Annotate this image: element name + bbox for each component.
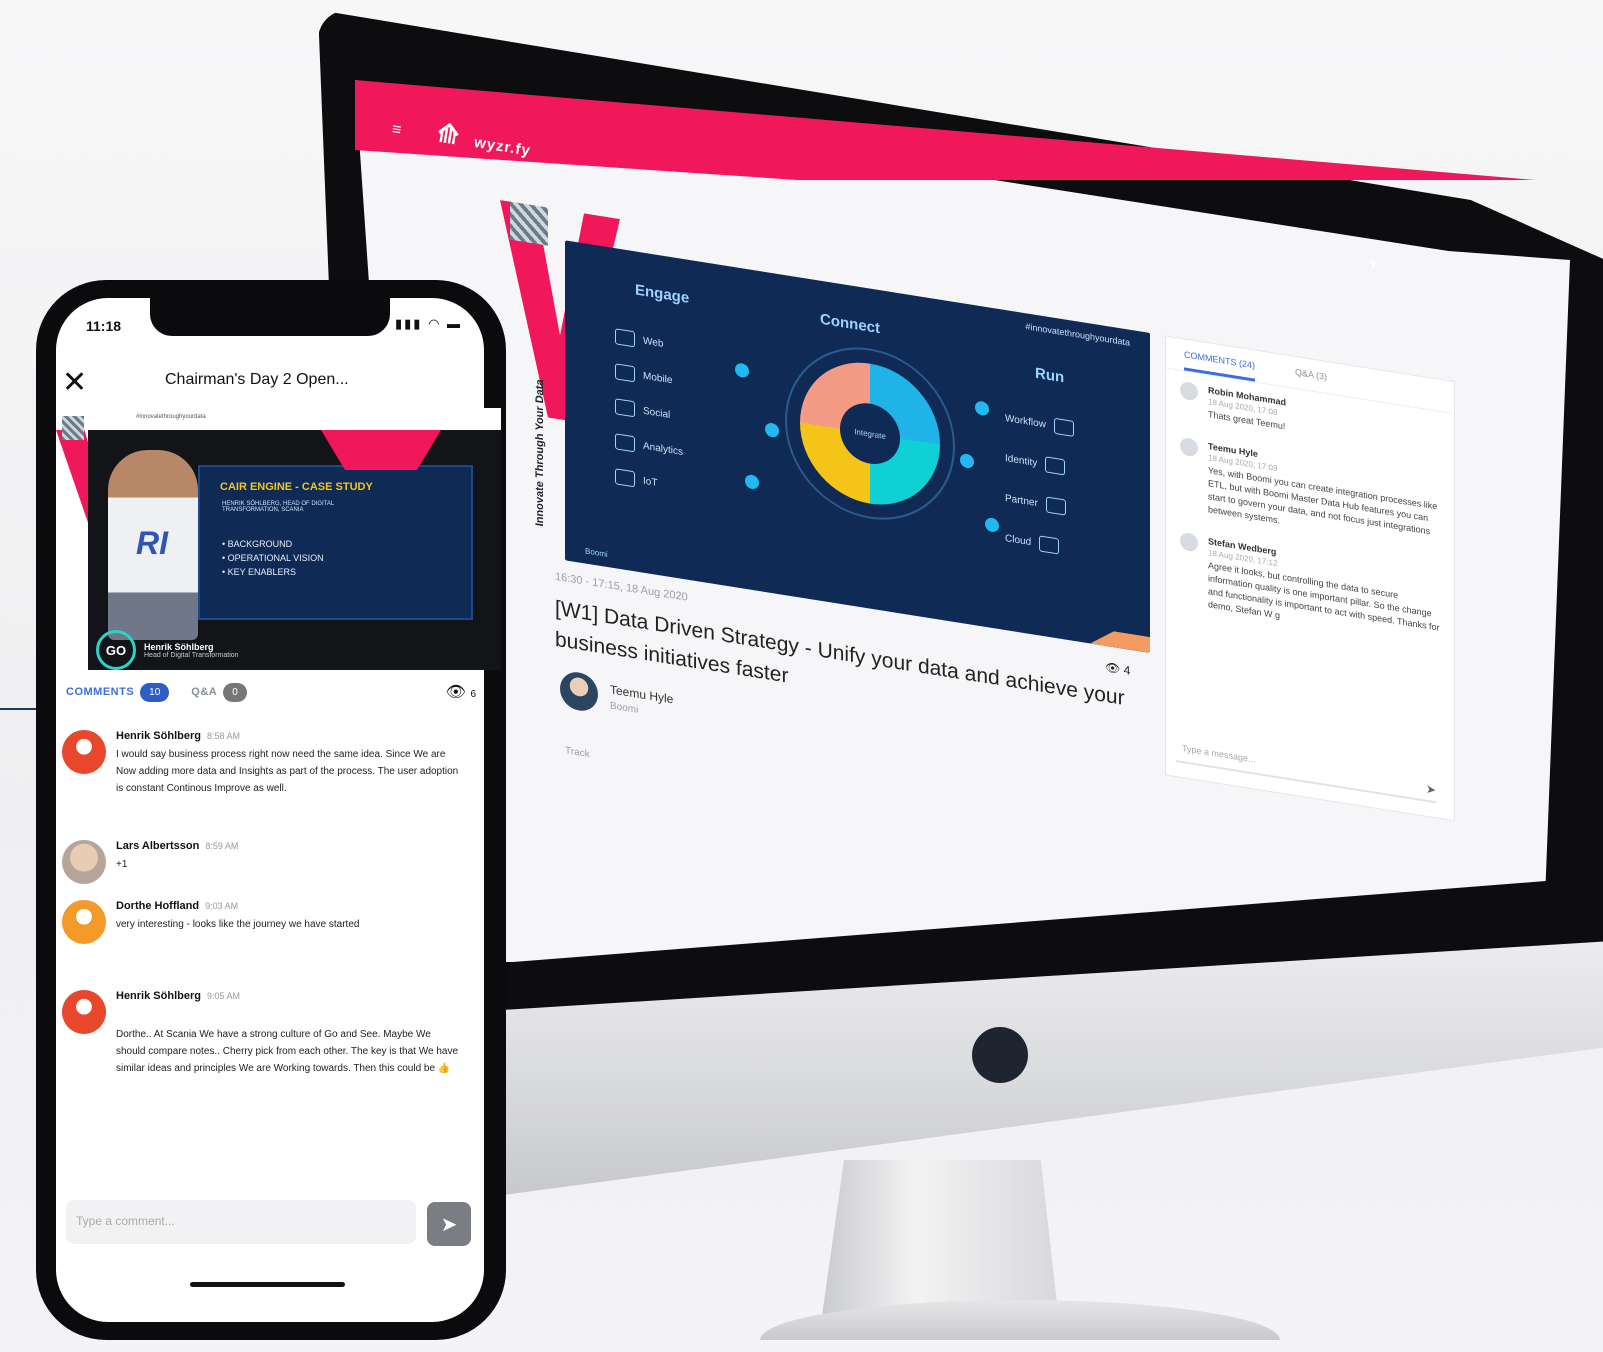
send-icon[interactable]: ➤ bbox=[427, 1202, 471, 1246]
slide-footer-brand: Boomi bbox=[585, 546, 608, 560]
identity-icon bbox=[1045, 456, 1066, 476]
list-item: Henrik Söhlberg 9:05 AM Dorthe.. At Scani… bbox=[62, 990, 462, 1077]
comment-time: 8:58 AM bbox=[206, 731, 240, 741]
comment-time: 9:05 AM bbox=[206, 991, 240, 1001]
view-count: 👁 4 bbox=[1105, 660, 1130, 678]
comment-author: Lars Albertsson bbox=[116, 840, 200, 852]
cloud-icon bbox=[1039, 535, 1060, 555]
phone-notch bbox=[150, 298, 390, 336]
view-count-value: 6 bbox=[470, 689, 476, 700]
send-icon[interactable]: ➤ bbox=[1426, 782, 1436, 798]
slide-node bbox=[735, 362, 749, 379]
slide-engage-label: Engage bbox=[635, 281, 690, 307]
avatar bbox=[560, 669, 598, 714]
video-player[interactable]: RI CAIR ENGINE - CASE STUDY HENRIK SÖHLB… bbox=[88, 430, 501, 670]
social-icon bbox=[615, 398, 635, 418]
slide-node bbox=[745, 473, 759, 491]
eye-icon: 👁 bbox=[445, 684, 466, 701]
comment-author: Henrik Söhlberg bbox=[116, 990, 201, 1002]
view-count-value: 4 bbox=[1123, 662, 1131, 678]
analytics-icon bbox=[615, 433, 635, 453]
message-input[interactable]: Type a message... bbox=[1176, 734, 1436, 804]
tab-qa[interactable]: Q&A 0 bbox=[191, 682, 247, 702]
slide-node bbox=[960, 452, 974, 470]
comment-text: +1 bbox=[116, 859, 128, 870]
menu-icon[interactable]: ≡ bbox=[391, 121, 403, 139]
slide-corner-decor bbox=[1090, 627, 1150, 653]
status-icons: ▮▮▮ ◠ ▬ bbox=[395, 316, 463, 331]
comment-input[interactable]: Type a comment... bbox=[66, 1200, 416, 1244]
slide-node bbox=[975, 400, 989, 417]
desktop-comments-panel: COMMENTS (24) Q&A (3) Robin Mohammad 18 … bbox=[1165, 335, 1455, 822]
mobile-icon bbox=[615, 363, 635, 383]
comment-text: I would say business process right now n… bbox=[116, 749, 459, 794]
avatar bbox=[62, 730, 106, 774]
speaker-role: Head of Digital Transformation bbox=[144, 651, 239, 659]
monitor-logo bbox=[972, 1027, 1028, 1083]
comment-author: Dorthe Hoffland bbox=[116, 900, 200, 912]
list-item: Lars Albertsson 8:59 AM +1 bbox=[62, 840, 462, 884]
slide-item-cloud: Cloud bbox=[1005, 530, 1060, 555]
avatar bbox=[1180, 531, 1198, 553]
logo-icon: ⟰ bbox=[435, 117, 462, 151]
iot-icon bbox=[615, 468, 635, 488]
page-title: Chairman's Day 2 Open... bbox=[165, 371, 349, 388]
speaker-nameplate: GO Henrik Söhlberg Head of Digital Trans… bbox=[96, 630, 239, 670]
slide-item-mobile: Mobile bbox=[615, 363, 672, 388]
avatar bbox=[62, 840, 106, 884]
shirt-text: RI bbox=[136, 525, 168, 561]
slide-node bbox=[765, 421, 779, 439]
comment-author: Henrik Söhlberg bbox=[116, 730, 201, 742]
phone-video-stage: #innovatethroughyourdata RI CAIR ENGINE … bbox=[56, 408, 501, 670]
tab-comments[interactable]: COMMENTS 10 bbox=[66, 682, 170, 702]
slide-bullets: • BACKGROUND • OPERATIONAL VISION • KEY … bbox=[222, 537, 324, 579]
close-icon[interactable]: ✕ bbox=[62, 368, 87, 398]
slide-hashtag: #innovatethroughyourdata bbox=[1025, 321, 1130, 348]
avatar bbox=[62, 990, 106, 1034]
partner-icon bbox=[1045, 496, 1066, 516]
view-count: 👁 6 bbox=[446, 682, 476, 702]
home-indicator bbox=[190, 1282, 345, 1287]
comment-text: Dorthe.. At Scania We have a strong cult… bbox=[116, 1029, 459, 1074]
presentation-slide: CAIR ENGINE - CASE STUDY HENRIK SÖHLBERG… bbox=[198, 465, 473, 620]
slide-item-iot: IoT bbox=[615, 468, 657, 491]
list-item: • OPERATIONAL VISION bbox=[222, 553, 324, 563]
list-item: Henrik Söhlberg 8:58 AM I would say busin… bbox=[62, 730, 462, 797]
nameplate-logo: GO bbox=[96, 630, 136, 670]
event-title-vertical: Innovate Through Your Data bbox=[534, 378, 546, 528]
speaker-card[interactable]: Teemu Hyle Boomi bbox=[560, 669, 673, 726]
slide-item-analytics: Analytics bbox=[615, 433, 683, 460]
slide-title: CAIR ENGINE - CASE STUDY bbox=[220, 481, 373, 493]
list-item: • BACKGROUND bbox=[222, 539, 293, 549]
slide-connect-label: Connect bbox=[820, 310, 880, 338]
slide-item-workflow: Workflow bbox=[1005, 410, 1074, 437]
workflow-icon bbox=[1053, 417, 1074, 437]
slide-subtitle: HENRIK SÖHLBERG, HEAD OF DIGITAL TRANSFO… bbox=[222, 501, 335, 513]
slide-item-social: Social bbox=[615, 398, 670, 423]
slide-item-identity: Identity bbox=[1005, 450, 1066, 476]
slide-node bbox=[985, 516, 999, 534]
list-item: • KEY ENABLERS bbox=[222, 567, 297, 577]
avatar bbox=[1180, 380, 1198, 402]
stage-hashtag: #innovatethroughyourdata bbox=[136, 414, 206, 420]
avatar bbox=[62, 900, 106, 944]
comment-count-badge: 10 bbox=[140, 682, 170, 702]
slide-item-partner: Partner bbox=[1005, 490, 1066, 516]
track-label: Track bbox=[565, 745, 590, 761]
speaker-name: Henrik Söhlberg bbox=[144, 641, 214, 652]
qr-code-icon bbox=[510, 201, 548, 246]
eye-icon: 👁 bbox=[1105, 659, 1121, 677]
slide-item-web: Web bbox=[615, 328, 663, 352]
qa-count-badge: 0 bbox=[223, 682, 247, 702]
qr-code-icon bbox=[62, 416, 84, 440]
web-icon bbox=[615, 328, 635, 348]
phone-comment-tabs: COMMENTS 10 Q&A 0 👁 6 bbox=[66, 682, 476, 702]
slide-run-label: Run bbox=[1035, 364, 1065, 387]
list-item: Dorthe Hoffland 9:03 AM very interesting … bbox=[62, 900, 462, 944]
comment-time: 8:59 AM bbox=[205, 841, 239, 851]
avatar bbox=[1180, 436, 1198, 458]
comment-time: 9:03 AM bbox=[205, 901, 239, 911]
status-time: 11:18 bbox=[86, 318, 122, 334]
comment-text: very interesting - looks like the journe… bbox=[116, 919, 360, 930]
